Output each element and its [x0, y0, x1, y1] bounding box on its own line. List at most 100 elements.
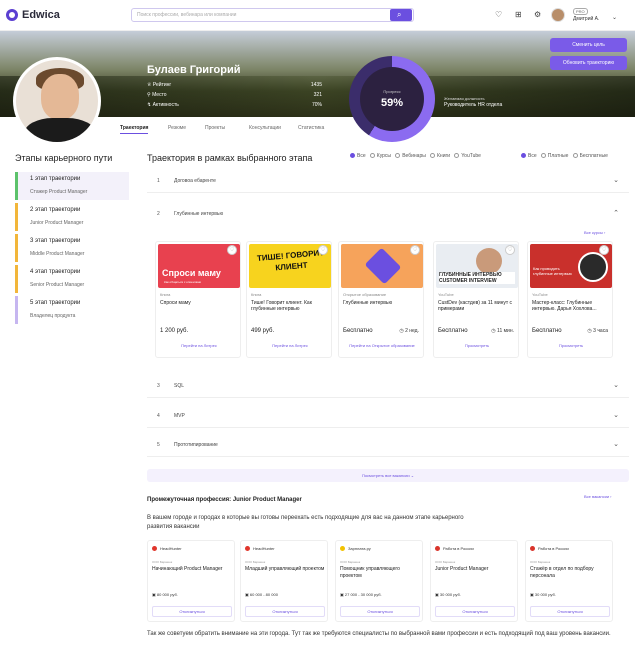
chevron-down-icon[interactable]: ⌄: [613, 176, 619, 184]
user-name[interactable]: Дмитрий А.: [573, 16, 599, 22]
course-action[interactable]: Перейти на Литрес: [251, 343, 329, 348]
shirt-shape: [24, 118, 96, 142]
course-card[interactable]: ГЛУБИННЫЕ ИНТЕРВЬЮ CUSTOMER INTERVIEW ♡ …: [433, 241, 519, 358]
favorite-icon[interactable]: ♡: [410, 245, 420, 255]
vacancy-role[interactable]: Стажёр в отдел по подбору персонала: [530, 566, 610, 580]
apply-button[interactable]: Откликнуться: [435, 606, 515, 617]
course-card[interactable]: ТИШЕ! ГОВОРИТ КЛИЕНТ ♡ Книга Тише! Говор…: [246, 241, 332, 358]
rating-label: ♕ Рейтинг: [147, 82, 172, 88]
section-row[interactable]: 1 Договоа ебаренте ⌄: [147, 172, 629, 193]
change-goal-button[interactable]: Сменить цель: [550, 38, 627, 52]
course-duration: ◷ 11 мин.: [491, 328, 514, 334]
apply-button[interactable]: Откликнуться: [340, 606, 420, 617]
vacancy-employer: ООО Барашек: [435, 560, 456, 564]
stage-role: Стажер Product Manager: [30, 189, 88, 195]
chevron-up-icon[interactable]: ⌃: [613, 209, 619, 217]
logo[interactable]: Edwica: [22, 9, 60, 21]
vacancy-employer: ООО Барашек: [152, 560, 173, 564]
favorite-icon[interactable]: ♡: [227, 245, 237, 255]
place-label: ⚲ Место: [147, 92, 167, 98]
apply-button[interactable]: Откликнуться: [152, 606, 232, 617]
radio-icon[interactable]: [350, 153, 355, 159]
apply-button[interactable]: Откликнуться: [530, 606, 610, 617]
radio-icon[interactable]: [521, 153, 526, 159]
radio-icon[interactable]: [395, 153, 401, 159]
chevron-down-icon[interactable]: ⌄: [613, 411, 619, 419]
vacancy-role[interactable]: Младший управляющий проектом: [245, 566, 325, 573]
stage-role: Junior Product Manager: [30, 220, 84, 226]
vacancy-salary: ▣ 30 000 руб.: [435, 592, 461, 597]
section-row[interactable]: 3 SQL ⌄: [147, 377, 629, 398]
vacancy-employer: ООО Барашек: [340, 560, 361, 564]
course-action[interactable]: Перейти на Открытое образование: [343, 343, 421, 348]
course-action[interactable]: Перейти на Литрес: [160, 343, 238, 348]
radio-icon[interactable]: [369, 153, 375, 159]
course-title[interactable]: Тише! Говорит клиент. Как глубинные инте…: [251, 300, 329, 312]
course-card[interactable]: Как проводить глубинные интервью ♡ YouTu…: [527, 241, 613, 358]
vacancy-role[interactable]: Junior Product Manager: [435, 566, 515, 573]
profession-description: В вашем городе и городах в которые вы го…: [147, 515, 464, 530]
vacancy-card[interactable]: Работа в России ООО Барашек Junior Product…: [430, 540, 518, 622]
progress-ring-inner: Прогресс 59%: [360, 67, 424, 131]
show-all-button[interactable]: Посмотреть все вакансии ⌄: [147, 469, 629, 482]
radio-icon[interactable]: [430, 153, 436, 159]
course-title[interactable]: Спроси маму: [160, 300, 238, 306]
section-row[interactable]: 4 MVP ⌄: [147, 407, 629, 428]
chevron-down-icon[interactable]: ⌄: [612, 14, 617, 21]
course-card[interactable]: ♡ Открытое образование Глубинные интервь…: [338, 241, 424, 358]
sidebar-stage[interactable]: 5 этап траектории Владелец продукта: [15, 296, 129, 324]
all-vacancies-link[interactable]: Все вакансии ›: [584, 494, 612, 499]
tab-trajectory[interactable]: Траектория: [120, 125, 149, 134]
profile-photo: [13, 57, 101, 145]
vacancy-role[interactable]: Помощник управляющего проектом: [340, 566, 420, 580]
vacancy-card[interactable]: Работа в России ООО Барашек Стажёр в отдел…: [525, 540, 613, 622]
sidebar-stage[interactable]: 3 этап траектории Middle Product Manager: [15, 234, 129, 262]
tab-resume[interactable]: Резюме: [168, 125, 186, 131]
vacancy-card[interactable]: HeadHunter ООО Барашек Младший управляющий…: [240, 540, 328, 622]
chevron-down-icon[interactable]: ⌄: [613, 381, 619, 389]
search-button[interactable]: ⌕: [390, 9, 412, 21]
main-title: Траектория в рамках выбранного этапа: [147, 153, 313, 163]
chevron-down-icon[interactable]: ⌄: [613, 440, 619, 448]
tab-projects[interactable]: Проекты: [205, 125, 225, 131]
search-input[interactable]: Поиск профессии, вебинара или компании: [131, 8, 414, 22]
price-filter[interactable]: Все Платные Бесплатные: [521, 153, 608, 159]
section-number: 2: [157, 211, 160, 217]
course-action[interactable]: Просмотреть: [438, 343, 516, 348]
radio-icon[interactable]: [454, 153, 460, 159]
progress-label: Прогресс: [383, 89, 401, 94]
radio-icon[interactable]: [540, 153, 546, 159]
course-title[interactable]: Глубинные интервью: [343, 300, 421, 306]
course-title[interactable]: CustDev (кастдев) за 11 минут с примерам…: [438, 300, 516, 312]
vacancy-role[interactable]: Начинающий Product Manager: [152, 566, 232, 573]
tab-consultations[interactable]: Консультации: [249, 125, 281, 131]
course-card[interactable]: Спроси маму Как общаться с клиентами ♡ К…: [155, 241, 241, 358]
vacancy-company: Работа в России: [435, 546, 474, 552]
section-row[interactable]: 2 Глубинные интервью ⌃: [147, 205, 629, 226]
section-row[interactable]: 5 Прототипирование ⌄: [147, 436, 629, 457]
favorite-icon[interactable]: ♡: [318, 245, 328, 255]
course-action[interactable]: Просмотреть: [532, 343, 610, 348]
settings-icon[interactable]: ⚙: [534, 10, 541, 19]
sidebar-stage[interactable]: 1 этап траектории Стажер Product Manager: [15, 172, 129, 200]
cart-icon[interactable]: ⊞: [515, 10, 522, 19]
section-label: MVP: [174, 413, 185, 419]
course-provider: Открытое образование: [343, 292, 387, 297]
radio-icon[interactable]: [572, 153, 578, 159]
type-filter[interactable]: Все Курсы Вебинары Книги YouTube: [350, 153, 481, 159]
tab-statistics[interactable]: Статистика: [298, 125, 324, 131]
favorite-icon[interactable]: ♡: [599, 245, 609, 255]
favorite-icon[interactable]: ♡: [505, 245, 515, 255]
avatar[interactable]: [551, 8, 565, 22]
sidebar-stage[interactable]: 2 этап траектории Junior Product Manager: [15, 203, 129, 231]
goal-value: Руководитель HR отдела: [444, 102, 503, 108]
update-path-button[interactable]: Обновить траекторию: [550, 56, 627, 70]
course-title[interactable]: Мастер-класс: Глубинные интервью. Дарья …: [532, 300, 610, 312]
stage-title: 2 этап траектории: [30, 207, 81, 213]
vacancy-card[interactable]: Зарплата.ру ООО Барашек Помощник управляющ…: [335, 540, 423, 622]
favorites-icon[interactable]: ♡: [495, 10, 502, 19]
vacancy-card[interactable]: HeadHunter ООО Барашек Начинающий Product …: [147, 540, 235, 622]
all-courses-link[interactable]: Все курсы ›: [584, 230, 605, 235]
apply-button[interactable]: Откликнуться: [245, 606, 325, 617]
sidebar-stage[interactable]: 4 этап траектории Senior Product Manager: [15, 265, 129, 293]
